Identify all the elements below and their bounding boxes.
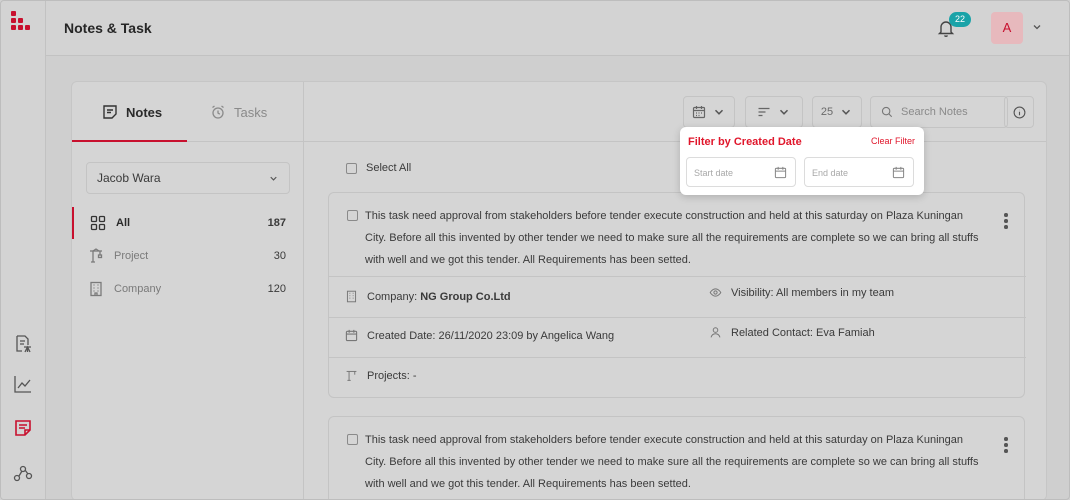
tab-notes[interactable]: Notes (102, 82, 162, 142)
calendar-icon (774, 166, 787, 179)
category-project[interactable]: Project 30 (72, 240, 304, 272)
chevron-down-icon (270, 176, 277, 181)
search-input[interactable]: Search Notes (870, 96, 1008, 128)
note-body: This task need approval from stakeholder… (347, 429, 987, 495)
workflow-icon[interactable] (13, 463, 33, 483)
building-icon (346, 290, 357, 303)
page-size-value: 25 (820, 106, 834, 118)
brand-logo[interactable] (11, 11, 35, 33)
person-select[interactable]: Jacob Wara (86, 162, 290, 194)
info-icon (1013, 106, 1025, 118)
chevron-down-icon (842, 109, 851, 115)
category-label: Company (114, 283, 162, 295)
category-label: Project (114, 250, 149, 262)
end-date-input[interactable]: End date (804, 157, 914, 187)
info-button[interactable] (1004, 96, 1034, 128)
note-text: This task need approval from stakeholder… (365, 210, 979, 266)
note-company: Company: NG Group Co.Ltd (345, 290, 511, 303)
search-icon (881, 106, 893, 118)
date-filter-button[interactable] (683, 96, 735, 128)
app-window: Notes & Task 22 A Notes Tasks Jacob Wara… (0, 0, 1070, 500)
notes-icon[interactable] (13, 418, 33, 438)
tab-bar: Notes Tasks (72, 82, 304, 142)
note-card: This task need approval from stakeholder… (328, 416, 1025, 499)
start-date-placeholder: Start date (694, 168, 734, 178)
category-company[interactable]: Company 120 (72, 273, 304, 305)
search-placeholder: Search Notes (901, 106, 968, 118)
popup-title: Filter by Created Date (688, 136, 802, 148)
calendar-icon (345, 329, 358, 342)
chart-line-icon[interactable] (13, 374, 33, 394)
category-all[interactable]: All 187 (72, 207, 304, 239)
page-size-select[interactable]: 25 (812, 96, 862, 128)
select-all-checkbox[interactable] (346, 162, 357, 174)
select-all[interactable]: Select All (346, 162, 411, 174)
note-card: This task need approval from stakeholder… (328, 192, 1026, 398)
company-value[interactable]: NG Group Co.Ltd (420, 291, 510, 303)
crane-icon (90, 248, 103, 263)
grid-icon (90, 215, 106, 231)
related-contact-text[interactable]: Related Contact: Eva Famiah (731, 327, 875, 339)
note-checkbox[interactable] (347, 434, 358, 445)
tab-notes-label: Notes (126, 104, 163, 120)
left-panel: Notes Tasks Jacob Wara All 187 Project 3… (72, 82, 304, 499)
category-label: All (116, 217, 131, 229)
calendar-icon (692, 106, 706, 119)
avatar[interactable]: A (991, 12, 1023, 44)
notification-badge: 22 (949, 12, 971, 27)
start-date-input[interactable]: Start date (686, 157, 796, 187)
visibility-text: Visibility: All members in my team (731, 286, 895, 299)
note-body: This task need approval from stakeholder… (347, 205, 987, 271)
note-visibility: Visibility: All members in my team (709, 286, 894, 299)
category-count: 187 (267, 217, 286, 229)
notes-icon (103, 105, 117, 119)
crane-icon (346, 370, 357, 381)
note-created: Created Date: 26/11/2020 23:09 by Angeli… (345, 329, 614, 342)
note-checkbox[interactable] (347, 210, 358, 221)
note-text: This task need approval from stakeholder… (365, 434, 979, 490)
list-toolbar: 25 Search Notes (304, 82, 1046, 142)
calendar-icon (892, 166, 905, 179)
chevron-down-icon (714, 109, 724, 115)
category-count: 30 (273, 250, 286, 262)
note-projects: Projects: - (345, 369, 417, 382)
page-title: Notes & Task (64, 20, 152, 36)
active-tab-indicator (72, 140, 187, 142)
divider (329, 276, 1026, 277)
tab-tasks[interactable]: Tasks (210, 82, 267, 142)
chevron-down-icon (779, 109, 789, 115)
person-select-value: Jacob Wara (97, 171, 161, 185)
select-all-label: Select All (366, 162, 412, 174)
date-filter-popup: Filter by Created Date Clear Filter Star… (680, 127, 924, 195)
icon-rail (1, 1, 46, 499)
tab-tasks-label: Tasks (234, 104, 268, 120)
alarm-clock-icon (212, 105, 224, 119)
sort-button[interactable] (745, 96, 803, 128)
chevron-down-icon[interactable] (1031, 20, 1043, 32)
category-count: 120 (267, 283, 286, 295)
building-icon (90, 281, 102, 297)
divider (329, 317, 1026, 318)
divider (329, 357, 1026, 358)
company-label: Company: (367, 290, 421, 303)
document-translate-icon[interactable] (13, 334, 33, 354)
person-icon (710, 327, 721, 338)
created-text: Created Date: 26/11/2020 23:09 by Angeli… (367, 329, 615, 342)
top-header: Notes & Task 22 A (46, 1, 1069, 56)
sort-icon (758, 107, 770, 117)
projects-text: Projects: - (367, 369, 417, 382)
more-vertical-icon[interactable] (1004, 437, 1008, 453)
end-date-placeholder: End date (812, 168, 849, 178)
clear-filter-link[interactable]: Clear Filter (871, 136, 915, 146)
note-related-contact: Related Contact: Eva Famiah (709, 326, 875, 339)
more-vertical-icon[interactable] (1004, 213, 1008, 229)
eye-icon (709, 288, 722, 297)
